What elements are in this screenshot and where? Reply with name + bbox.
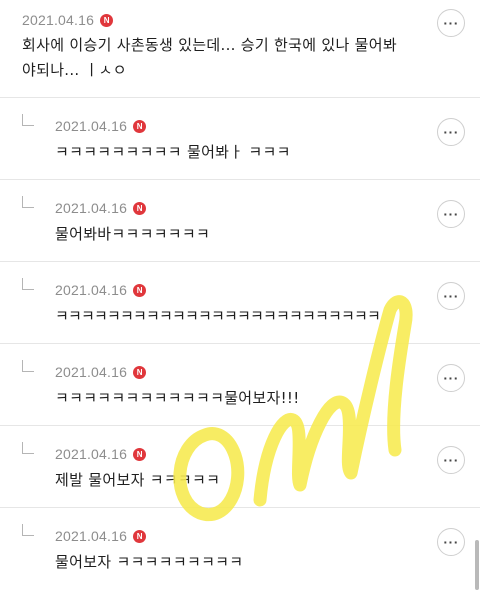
reply-item: 2021.04.16 N 물어봐바ㅋㅋㅋㅋㅋㅋㅋ ··· [0, 180, 480, 262]
comment-date: 2021.04.16 [55, 200, 128, 216]
comment-meta: 2021.04.16 N [55, 117, 147, 135]
reply-item: 2021.04.16 N 제발 물어보자 ㅋㅋㅋㅋㅋ ··· [0, 426, 480, 508]
comment-meta: 2021.04.16 N [55, 527, 147, 545]
more-options-button[interactable]: ··· [437, 446, 465, 474]
reply-arrow-icon [22, 196, 34, 208]
reply-arrow-icon [22, 278, 34, 290]
reply-item: 2021.04.16 N ㅋㅋㅋㅋㅋㅋㅋㅋㅋㅋㅋㅋ물어보자!!! ··· [0, 344, 480, 426]
more-options-button[interactable]: ··· [437, 9, 465, 37]
reply-arrow-icon [22, 360, 34, 372]
new-badge-icon: N [133, 447, 147, 461]
new-badge-icon: N [133, 529, 147, 543]
scrollbar-track[interactable] [474, 0, 480, 594]
comment-date: 2021.04.16 [55, 118, 128, 134]
comment-text: ㅋㅋㅋㅋㅋㅋㅋㅋㅋ 물어봐ㅏ ㅋㅋㅋ [55, 143, 291, 161]
more-options-button[interactable]: ··· [437, 118, 465, 146]
comment-meta: 2021.04.16 N [22, 11, 114, 29]
more-options-button[interactable]: ··· [437, 200, 465, 228]
reply-item: 2021.04.16 N ㅋㅋㅋㅋㅋㅋㅋㅋㅋ 물어봐ㅏ ㅋㅋㅋ ··· [0, 98, 480, 180]
reply-arrow-icon [22, 442, 34, 454]
comment-meta: 2021.04.16 N [55, 445, 147, 463]
comment-text: ㅋㅋㅋㅋㅋㅋㅋㅋㅋㅋㅋㅋ물어보자!!! [55, 389, 300, 407]
more-options-button[interactable]: ··· [437, 282, 465, 310]
comment-item: 2021.04.16 N 회사에 이승기 사촌동생 있는데... 승기 한국에 … [0, 0, 480, 98]
comment-meta: 2021.04.16 N [55, 281, 147, 299]
reply-arrow-icon [22, 114, 34, 126]
comment-date: 2021.04.16 [55, 364, 128, 380]
more-options-button[interactable]: ··· [437, 364, 465, 392]
new-badge-icon: N [133, 119, 147, 133]
new-badge-icon: N [100, 13, 114, 27]
comment-text: 회사에 이승기 사촌동생 있는데... 승기 한국에 있나 물어봐 야되나...… [22, 36, 397, 79]
reply-arrow-icon [22, 524, 34, 536]
comment-date: 2021.04.16 [55, 282, 128, 298]
comment-meta: 2021.04.16 N [55, 363, 147, 381]
comment-text: ㅋㅋㅋㅋㅋㅋㅋㅋㅋㅋㅋㅋㅋㅋㅋㅋㅋㅋㅋㅋㅋㅋㅋㅋㅋ [55, 307, 381, 325]
comment-text: 제발 물어보자 ㅋㅋㅋㅋㅋ [55, 471, 221, 489]
more-options-button[interactable]: ··· [437, 528, 465, 556]
comment-date: 2021.04.16 [22, 12, 95, 28]
new-badge-icon: N [133, 283, 147, 297]
comment-text: 물어봐바ㅋㅋㅋㅋㅋㅋㅋ [55, 225, 211, 243]
comment-text: 물어보자 ㅋㅋㅋㅋㅋㅋㅋㅋㅋ [55, 553, 244, 571]
comment-date: 2021.04.16 [55, 446, 128, 462]
scrollbar-thumb[interactable] [475, 540, 479, 590]
comment-date: 2021.04.16 [55, 528, 128, 544]
reply-item: 2021.04.16 N 물어보자 ㅋㅋㅋㅋㅋㅋㅋㅋㅋ ··· [0, 508, 480, 594]
reply-item: 2021.04.16 N ㅋㅋㅋㅋㅋㅋㅋㅋㅋㅋㅋㅋㅋㅋㅋㅋㅋㅋㅋㅋㅋㅋㅋㅋㅋ ·… [0, 262, 480, 344]
new-badge-icon: N [133, 365, 147, 379]
comment-meta: 2021.04.16 N [55, 199, 147, 217]
new-badge-icon: N [133, 201, 147, 215]
